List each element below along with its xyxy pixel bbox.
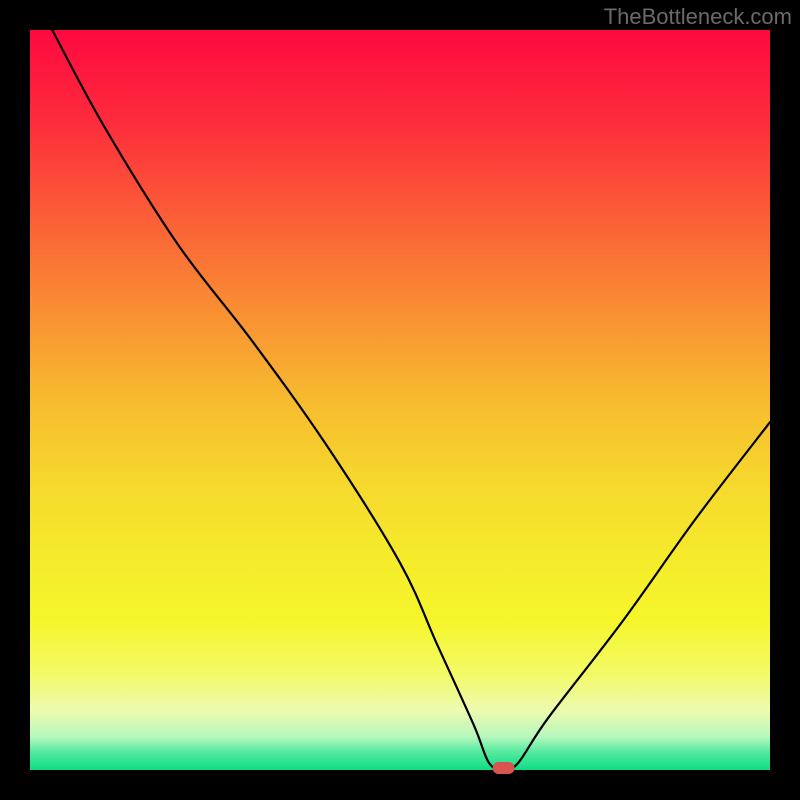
optimal-point-marker — [493, 762, 515, 774]
chart-container: TheBottleneck.com — [0, 0, 800, 800]
chart-gradient-bg — [30, 30, 770, 770]
bottleneck-chart — [0, 0, 800, 800]
watermark-text: TheBottleneck.com — [604, 4, 792, 30]
